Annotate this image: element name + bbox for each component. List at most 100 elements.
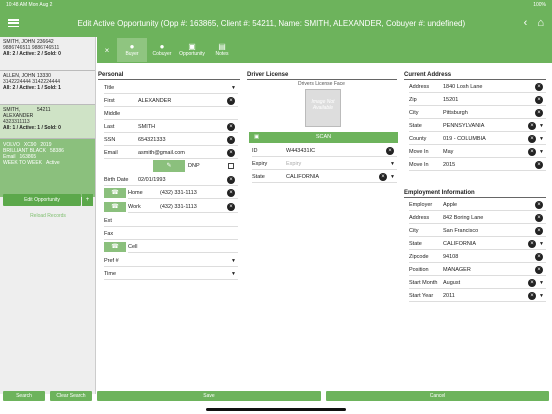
call-home-button[interactable]: ☎ xyxy=(104,188,126,198)
field-value: MANAGER xyxy=(443,266,471,273)
clear-icon[interactable]: × xyxy=(535,108,543,117)
clear-icon[interactable]: × xyxy=(227,175,235,184)
license-photo[interactable]: Image Not Available xyxy=(305,89,341,127)
address-field-move-in[interactable]: Move In May × ▼ xyxy=(409,146,546,158)
clear-icon[interactable]: × xyxy=(535,95,543,104)
search-button[interactable]: Search xyxy=(3,391,45,401)
cancel-button[interactable]: Cancel xyxy=(326,391,549,401)
clear-icon[interactable]: × xyxy=(528,291,537,300)
employment-field-position[interactable]: Position MANAGER × xyxy=(409,264,546,276)
clear-icon[interactable]: × xyxy=(528,134,537,143)
employment-field-city[interactable]: City San Francisco × xyxy=(409,225,546,237)
field-value: 2015 xyxy=(443,161,456,168)
address-field-move-in[interactable]: Move In 2015 × xyxy=(409,159,546,171)
address-field-zip[interactable]: Zip 15201 × xyxy=(409,94,546,106)
clear-icon[interactable]: × xyxy=(528,121,537,130)
middle-name-field[interactable]: Middle xyxy=(104,108,238,120)
title-select[interactable]: Title ▼ xyxy=(104,82,238,94)
clear-icon[interactable]: × xyxy=(528,239,537,248)
tab-notes[interactable]: ▤ Notes xyxy=(207,38,237,62)
field-value: PENNSYLVANIA xyxy=(443,122,485,129)
clear-icon[interactable]: × xyxy=(227,96,235,105)
clear-icon[interactable]: × xyxy=(528,147,537,156)
clear-icon[interactable]: × xyxy=(535,160,543,169)
clear-icon[interactable]: × xyxy=(227,122,235,131)
scan-button[interactable]: ▣ SCAN xyxy=(249,132,398,143)
close-icon[interactable]: × xyxy=(97,46,117,55)
dropdown-icon: ▼ xyxy=(539,122,544,129)
field-value: August xyxy=(443,279,461,286)
address-field-state[interactable]: State PENNSYLVANIA × ▼ xyxy=(409,120,546,132)
dnp-checkbox[interactable] xyxy=(228,163,234,169)
home-indicator xyxy=(206,408,346,411)
clear-icon[interactable]: × xyxy=(379,172,388,181)
clear-search-button[interactable]: Clear Search xyxy=(50,391,92,401)
save-button[interactable]: Save xyxy=(97,391,321,401)
license-state-select[interactable]: State CALIFORNIA × ▼ xyxy=(252,171,397,183)
birth-date-field[interactable]: Birth Date 02/01/1993 × xyxy=(104,174,238,186)
clear-icon[interactable]: × xyxy=(535,265,543,274)
home-icon[interactable]: ⌂ xyxy=(537,17,544,29)
clear-icon[interactable]: × xyxy=(227,202,235,211)
clear-icon[interactable]: × xyxy=(227,148,235,157)
clear-icon[interactable]: × xyxy=(535,226,543,235)
address-field-county[interactable]: County 019 - COLUMBIA × ▼ xyxy=(409,133,546,145)
vehicle-card[interactable]: VOLVO XC90 2019 BRILLIANT BLACK 58386 Email… xyxy=(0,139,95,197)
license-id-field[interactable]: ID W443431IC × xyxy=(252,145,397,157)
clear-icon[interactable]: × xyxy=(535,200,543,209)
phone-icon: ☎ xyxy=(111,204,119,210)
customer-card[interactable]: ALLEN, JOHN 13330 3142224444 3142224444 A… xyxy=(0,71,95,105)
tab-cobuyer[interactable]: ● Cobuyer xyxy=(147,38,177,62)
last-name-field[interactable]: Last SMITH × xyxy=(104,121,238,133)
reload-records-link[interactable]: Reload Records xyxy=(0,213,96,219)
dropdown-icon: ▼ xyxy=(390,173,395,180)
field-value: San Francisco xyxy=(443,227,479,234)
status-bar: 10:48 AM Mon Aug 2 100% xyxy=(0,0,552,9)
address-field-address[interactable]: Address 1840 Losh Lane × xyxy=(409,81,546,93)
customer-card-selected[interactable]: SMITH, ALEXANDER 54211 4323311113 All: 1 … xyxy=(0,105,95,139)
employment-field-state[interactable]: State CALIFORNIA × ▼ xyxy=(409,238,546,250)
field-value: 15201 xyxy=(443,96,459,103)
status-time: 10:48 AM xyxy=(6,1,28,8)
address-field-city[interactable]: City Pittsburgh × xyxy=(409,107,546,119)
fax-field[interactable]: Fax xyxy=(104,228,238,240)
pref-select[interactable]: Pref # ▼ xyxy=(104,255,238,267)
field-label: State xyxy=(409,122,422,129)
clear-icon[interactable]: × xyxy=(528,278,537,287)
edit-email-button[interactable]: ✎ xyxy=(153,160,185,172)
clear-icon[interactable]: × xyxy=(535,213,543,222)
clear-icon[interactable]: × xyxy=(535,82,543,91)
employment-field-employer[interactable]: Employer Apple × xyxy=(409,199,546,211)
clear-icon[interactable]: × xyxy=(227,188,235,197)
work-phone-field[interactable]: Work (432) 331-1113 × xyxy=(128,201,238,213)
employment-field-zipcode[interactable]: Zipcode 94108 × xyxy=(409,251,546,263)
cell-phone-field[interactable]: Cell xyxy=(128,241,238,253)
field-label: State xyxy=(409,240,422,247)
employment-field-address[interactable]: Address 842 Boring Lane × xyxy=(409,212,546,224)
ext-field[interactable]: Ext xyxy=(104,215,238,227)
tab-buyer[interactable]: ● Buyer xyxy=(117,38,147,62)
add-opportunity-button[interactable]: + xyxy=(82,194,93,206)
expiry-field[interactable]: Expiry Expiry ▼ xyxy=(252,158,397,170)
email-field[interactable]: Email asmith@gmail.com × xyxy=(104,147,238,159)
field-value: 94108 xyxy=(443,253,459,260)
edit-opportunity-button[interactable]: Edit Opportunity xyxy=(3,194,81,206)
clear-icon[interactable]: × xyxy=(535,252,543,261)
clear-icon[interactable]: × xyxy=(227,135,235,144)
employment-field-start-month[interactable]: Start Month August × ▼ xyxy=(409,277,546,289)
back-arrow-icon[interactable]: ‹ xyxy=(524,17,528,29)
customer-card[interactable]: SMITH, JOHN 236642 9886746511 9886746511 … xyxy=(0,37,95,71)
field-label: Address xyxy=(409,214,430,221)
time-select[interactable]: Time ▼ xyxy=(104,268,238,280)
call-work-button[interactable]: ☎ xyxy=(104,202,126,212)
first-name-field[interactable]: First ALEXANDER × xyxy=(104,95,238,107)
field-label: Zipcode xyxy=(409,253,429,260)
ssn-field[interactable]: SSN 654321333 × xyxy=(104,134,238,146)
clear-icon[interactable]: × xyxy=(386,146,394,155)
call-cell-button[interactable]: ☎ xyxy=(104,242,126,252)
menu-icon[interactable] xyxy=(8,19,19,27)
employment-field-start-year[interactable]: Start Year 2011 × ▼ xyxy=(409,290,546,302)
tab-opportunity[interactable]: ▣ Opportunity xyxy=(177,38,207,62)
home-phone-field[interactable]: Home (432) 331-1113 × xyxy=(128,187,238,199)
dnp-toggle[interactable]: DNP xyxy=(188,160,238,172)
